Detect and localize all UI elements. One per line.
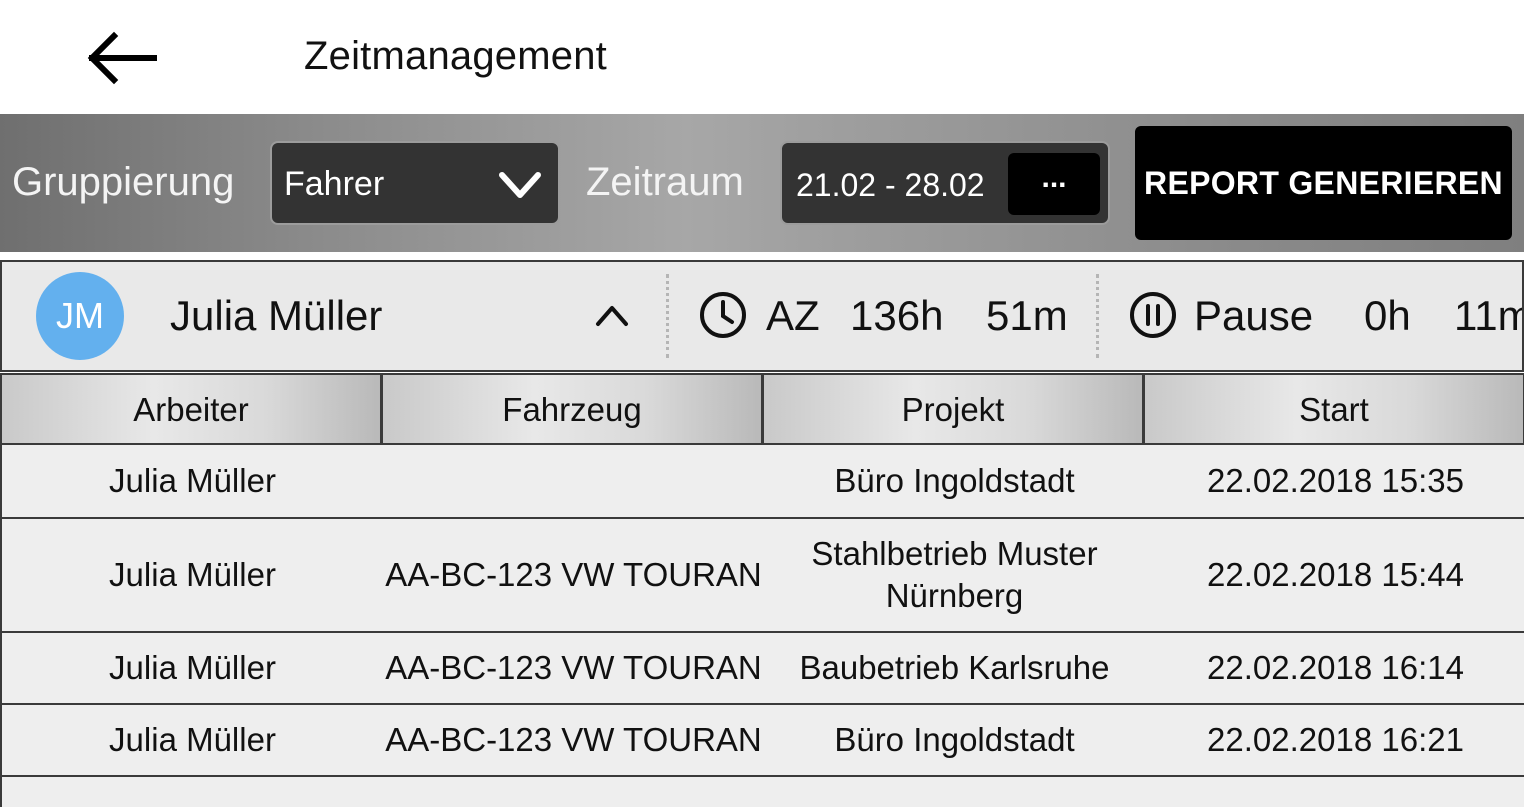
work-time-minutes: 51m [986,292,1068,339]
table-row[interactable]: Julia Müller Büro Ingoldstadt 22.02.2018… [0,445,1524,519]
work-time-label: AZ [766,292,820,339]
chevron-up-icon[interactable] [592,300,632,330]
cell-start: 22.02.2018 16:14 [1207,649,1464,686]
range-label: Zeitraum [586,160,744,204]
avatar: JM [36,272,124,360]
table-row[interactable] [0,777,1524,807]
group-header[interactable]: JM Julia Müller AZ 136h 51m Pause 0h 11m [0,260,1524,372]
date-range-value: 21.02 - 28.02 [796,167,985,203]
table-row[interactable]: Julia Müller AA-BC-123 VW TOURAN Büro In… [0,705,1524,777]
cell-vehicle [383,445,764,517]
work-time-hours: 136h [850,292,944,339]
table-row[interactable]: Julia Müller AA-BC-123 VW TOURAN Stahlbe… [0,519,1524,633]
table-header: Arbeiter Fahrzeug Projekt Start [0,373,1524,445]
filter-bar: Gruppierung Fahrer Zeitraum 21.02 - 28.0… [0,114,1524,252]
cell-vehicle: AA-BC-123 VW TOURAN [385,649,762,686]
generate-report-button[interactable]: REPORT GENERIEREN [1135,126,1512,240]
pause-label: Pause [1194,292,1314,339]
cell-worker: Julia Müller [109,649,276,686]
page-title: Zeitmanagement [304,34,607,78]
grouping-select-value: Fahrer [284,165,385,203]
cell-vehicle: AA-BC-123 VW TOURAN [385,556,762,593]
cell-start: 22.02.2018 15:44 [1207,556,1464,593]
pause-hours: 0h [1364,292,1411,339]
back-button[interactable] [84,30,160,86]
column-header-fahrzeug[interactable]: Fahrzeug [381,373,762,445]
clock-icon [700,292,746,338]
column-header-start[interactable]: Start [1143,373,1524,445]
grouping-label: Gruppierung [12,160,235,204]
cell-vehicle: AA-BC-123 VW TOURAN [385,721,762,758]
pause-icon [1130,292,1176,338]
column-header-arbeiter[interactable]: Arbeiter [0,373,381,445]
cell-project: Baubetrieb Karlsruhe [799,649,1110,686]
date-range-field[interactable]: 21.02 - 28.02 ... [780,141,1110,225]
group-name: Julia Müller [170,292,383,339]
cell-project: Stahlbetrieb Muster Nürnberg [811,535,1098,614]
divider [1096,274,1099,358]
cell-start: 22.02.2018 16:21 [1207,721,1464,758]
cell-worker: Julia Müller [109,462,276,499]
date-range-picker-button[interactable]: ... [1008,153,1100,215]
grouping-select[interactable]: Fahrer [270,141,560,225]
pause-minutes: 11m [1454,292,1522,339]
chevron-down-icon [499,172,541,198]
cell-project: Büro Ingoldstadt [834,462,1075,499]
arrow-left-icon [87,31,157,85]
cell-worker: Julia Müller [109,721,276,758]
app-bar: Zeitmanagement [0,0,1524,114]
divider [666,274,669,358]
cell-worker: Julia Müller [109,556,276,593]
column-header-projekt[interactable]: Projekt [762,373,1143,445]
cell-start: 22.02.2018 15:35 [1207,462,1464,499]
cell-project: Büro Ingoldstadt [834,721,1075,758]
table-row[interactable]: Julia Müller AA-BC-123 VW TOURAN Baubetr… [0,633,1524,705]
